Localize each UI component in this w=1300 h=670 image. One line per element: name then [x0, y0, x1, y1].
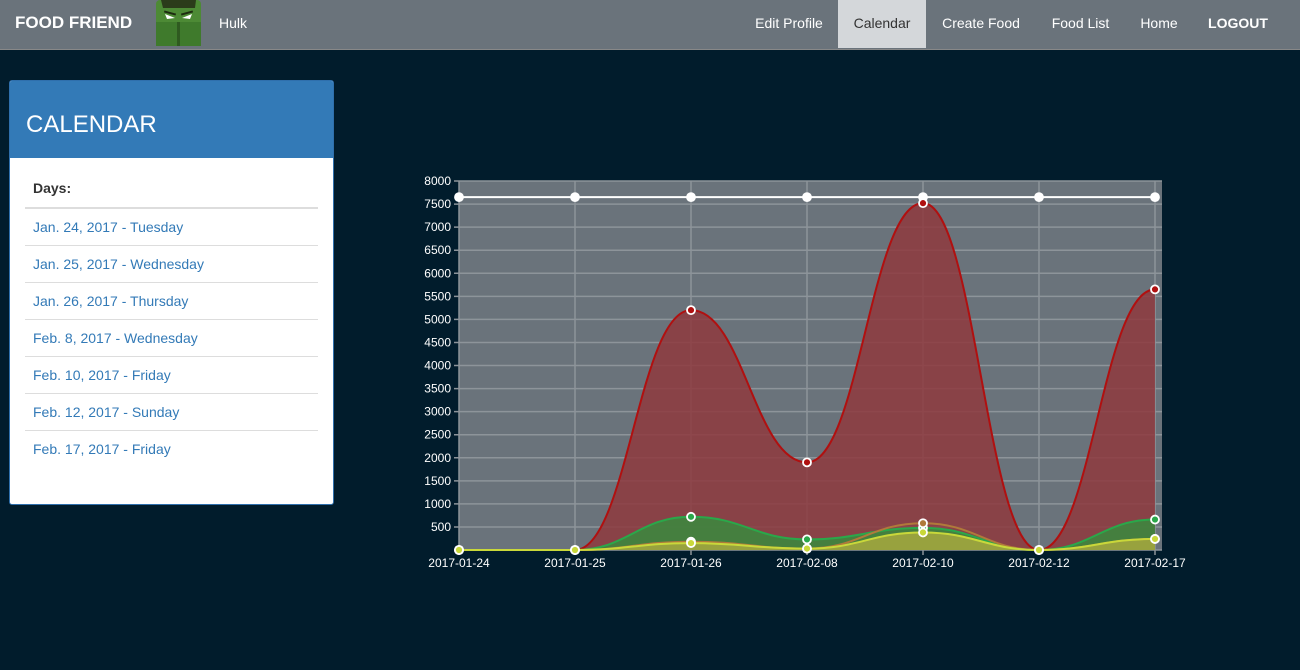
y-tick-label: 3000	[424, 405, 451, 419]
data-point	[686, 305, 696, 316]
data-point	[454, 545, 464, 555]
data-point	[454, 192, 464, 203]
data-point	[570, 545, 580, 555]
x-tick-label: 2017-02-08	[776, 556, 838, 570]
y-tick-label: 7000	[424, 220, 451, 234]
data-point	[918, 527, 928, 538]
y-tick-label: 2500	[424, 428, 451, 442]
data-point	[1150, 534, 1160, 544]
x-tick-label: 2017-02-12	[1008, 556, 1070, 570]
data-point	[1150, 284, 1160, 295]
x-tick-label: 2017-01-24	[428, 556, 490, 570]
y-tick-label: 4000	[424, 359, 451, 373]
data-point	[1034, 192, 1044, 203]
data-point	[686, 192, 696, 203]
y-tick-label: 6000	[424, 266, 451, 280]
x-tick-label: 2017-02-10	[892, 556, 954, 570]
y-tick-label: 8000	[424, 174, 451, 188]
data-point	[686, 511, 696, 522]
y-tick-label: 3500	[424, 382, 451, 396]
data-point	[686, 538, 696, 548]
y-tick-label: 2000	[424, 451, 451, 465]
data-point	[802, 457, 812, 468]
y-tick-label: 1000	[424, 497, 451, 511]
calorie-chart: 500 1000 1500 2000 2500 3000 3500 4000 4500 5000 5…	[424, 174, 1186, 570]
y-tick-label: 4500	[424, 335, 451, 349]
y-tick-label: 500	[431, 520, 451, 534]
data-point	[1150, 514, 1160, 525]
y-tick-label: 5000	[424, 312, 451, 326]
y-tick-label: 5500	[424, 289, 451, 303]
data-point	[802, 192, 812, 203]
data-point	[918, 518, 928, 529]
x-tick-label: 2017-01-26	[660, 556, 722, 570]
y-tick-label: 6500	[424, 243, 451, 257]
data-point	[1034, 545, 1044, 555]
data-point	[570, 192, 580, 203]
x-tick-label: 2017-01-25	[544, 556, 606, 570]
y-tick-label: 1500	[424, 474, 451, 488]
data-point	[802, 534, 812, 545]
data-point	[802, 543, 812, 554]
data-point	[1150, 192, 1160, 203]
data-point	[918, 198, 928, 209]
y-tick-label: 7500	[424, 197, 451, 211]
x-tick-label: 2017-02-17	[1124, 556, 1186, 570]
